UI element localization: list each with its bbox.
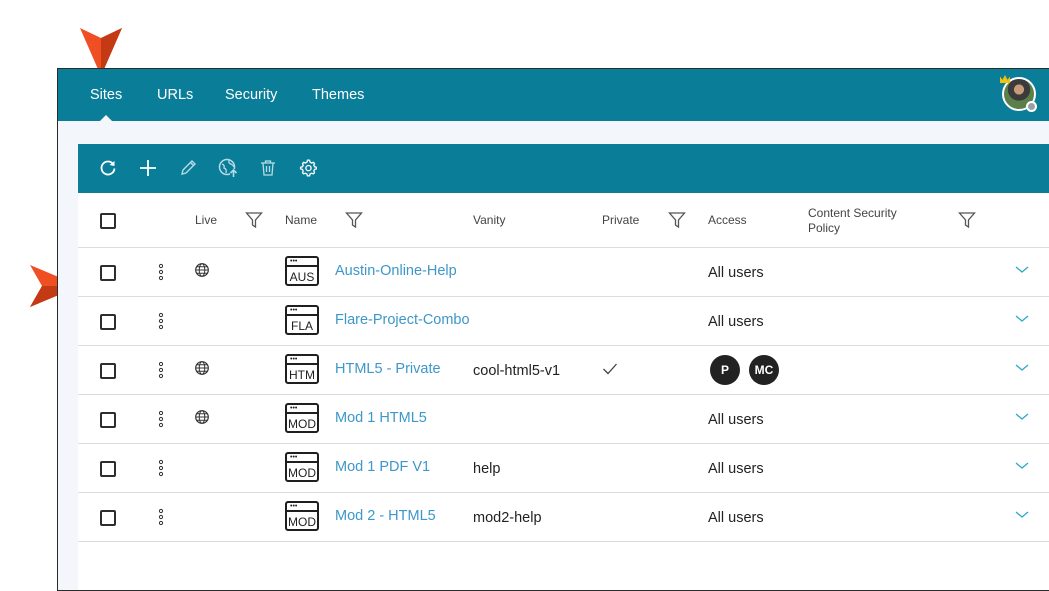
tab-urls[interactable]: URLs [157, 69, 193, 121]
grid-toolbar [78, 144, 1049, 193]
tab-themes[interactable]: Themes [312, 69, 364, 121]
crown-icon [1000, 75, 1010, 83]
filter-csp-icon[interactable] [958, 211, 976, 229]
site-type-icon: ••• MOD [285, 403, 319, 433]
delete-icon [261, 160, 275, 176]
chevron-down-icon[interactable] [1015, 413, 1029, 421]
site-type-icon: ••• MOD [285, 501, 319, 531]
row-checkbox[interactable] [100, 265, 116, 281]
column-header-csp-line1[interactable]: Content Security [808, 206, 897, 220]
chevron-down-icon[interactable] [1015, 462, 1029, 470]
edit-icon [181, 160, 196, 175]
site-name-link[interactable]: Flare-Project-Combo [335, 312, 470, 328]
row-menu-icon[interactable] [158, 508, 164, 526]
site-name-link[interactable]: Mod 2 - HTML5 [335, 508, 436, 524]
access-value: All users [708, 510, 764, 526]
user-avatar-button[interactable] [1000, 75, 1037, 112]
site-name-link[interactable]: Mod 1 HTML5 [335, 410, 427, 426]
site-name-link[interactable]: HTML5 - Private [335, 361, 441, 377]
edit-button[interactable] [177, 157, 199, 179]
row-checkbox[interactable] [100, 363, 116, 379]
delete-button[interactable] [257, 157, 279, 179]
row-checkbox[interactable] [100, 314, 116, 330]
table-row[interactable]: ••• MOD Mod 2 - HTML5 mod2-help All users [78, 493, 1049, 542]
live-globe-icon [195, 410, 209, 424]
publish-globe-icon [218, 158, 238, 177]
chevron-down-icon[interactable] [1015, 511, 1029, 519]
add-icon [140, 160, 156, 176]
table-row[interactable]: ••• MOD Mod 1 HTML5 All users [78, 395, 1049, 444]
tab-security[interactable]: Security [225, 69, 277, 121]
select-all-checkbox[interactable] [100, 213, 116, 229]
site-name-link[interactable]: Austin-Online-Help [335, 263, 457, 279]
row-menu-icon[interactable] [158, 459, 164, 477]
live-globe-icon [195, 361, 209, 375]
refresh-icon [100, 160, 116, 176]
chevron-down-icon[interactable] [1015, 315, 1029, 323]
column-header-csp-line2[interactable]: Policy [808, 221, 840, 235]
refresh-button[interactable] [97, 157, 119, 179]
vanity-value: mod2-help [473, 510, 542, 526]
site-type-icon: ••• HTM [285, 354, 319, 384]
table-row[interactable]: ••• FLA Flare-Project-Combo All users [78, 297, 1049, 346]
screenshot-stage: Sites URLs Security Themes Live Name Van… [0, 0, 1049, 591]
column-header-live[interactable]: Live [195, 213, 217, 227]
access-value: All users [708, 412, 764, 428]
app-window: Sites URLs Security Themes Live Name Van… [57, 68, 1049, 591]
live-globe-icon [195, 263, 209, 277]
filter-name-icon[interactable] [345, 211, 363, 229]
top-navigation-bar: Sites URLs Security Themes [58, 69, 1049, 122]
filter-live-icon[interactable] [245, 211, 263, 229]
access-value: All users [708, 314, 764, 330]
tab-sites[interactable]: Sites [90, 69, 122, 122]
row-menu-icon[interactable] [158, 312, 164, 330]
site-type-icon: ••• MOD [285, 452, 319, 482]
filter-private-icon[interactable] [668, 211, 686, 229]
row-menu-icon[interactable] [158, 361, 164, 379]
row-checkbox[interactable] [100, 510, 116, 526]
chevron-down-icon[interactable] [1015, 364, 1029, 372]
table-row[interactable]: ••• MOD Mod 1 PDF V1 help All users [78, 444, 1049, 493]
row-checkbox[interactable] [100, 412, 116, 428]
access-value: All users [708, 461, 764, 477]
site-type-icon: ••• AUS [285, 256, 319, 286]
user-badge-p[interactable]: P [710, 355, 740, 385]
chevron-down-icon[interactable] [1015, 266, 1029, 274]
column-header-private[interactable]: Private [602, 213, 639, 227]
settings-icon [299, 159, 317, 177]
table-row[interactable]: ••• AUS Austin-Online-Help All users [78, 248, 1049, 297]
row-menu-icon[interactable] [158, 410, 164, 428]
settings-button[interactable] [297, 157, 319, 179]
site-name-link[interactable]: Mod 1 PDF V1 [335, 459, 430, 475]
user-badge-mc[interactable]: MC [749, 355, 779, 385]
row-menu-icon[interactable] [158, 263, 164, 281]
vanity-value: cool-html5-v1 [473, 363, 561, 379]
grid-header-row: Live Name Vanity Private Access Content … [78, 193, 1049, 248]
vanity-value: help [473, 461, 501, 477]
column-header-name[interactable]: Name [285, 213, 317, 227]
row-checkbox[interactable] [100, 461, 116, 477]
access-value: All users [708, 265, 764, 281]
publish-button[interactable] [217, 157, 239, 179]
status-dot-icon [1026, 101, 1037, 112]
add-button[interactable] [137, 157, 159, 179]
column-header-vanity[interactable]: Vanity [473, 213, 505, 227]
private-check-icon [603, 363, 617, 375]
site-type-icon: ••• FLA [285, 305, 319, 335]
column-header-access[interactable]: Access [708, 213, 747, 227]
sites-grid-panel: Live Name Vanity Private Access Content … [78, 144, 1049, 590]
table-row[interactable]: ••• HTM HTML5 - Private cool-html5-v1 P M… [78, 346, 1049, 395]
